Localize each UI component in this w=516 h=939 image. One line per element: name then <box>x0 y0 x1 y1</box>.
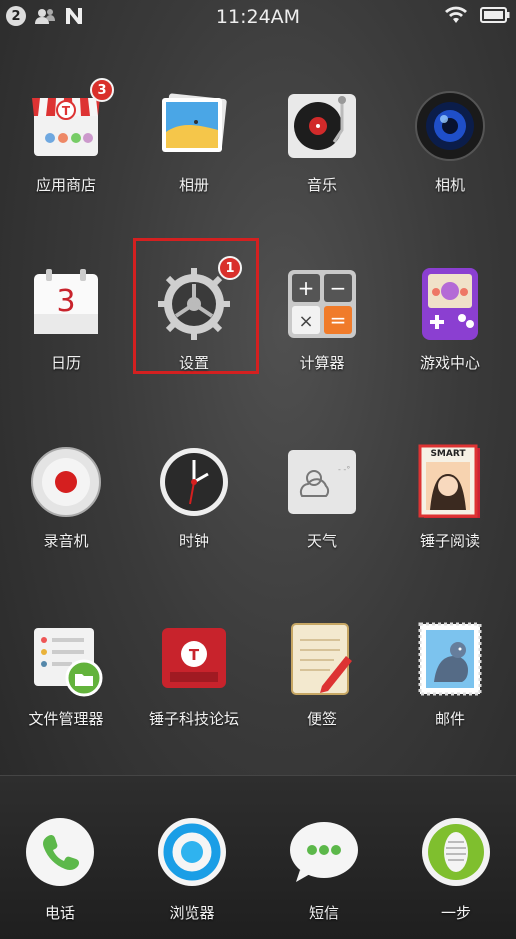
settings-icon: 1 <box>156 256 242 342</box>
app-label: 游戏中心 <box>419 354 480 372</box>
app-gallery[interactable]: 相册 <box>134 88 254 195</box>
app-label: 相册 <box>178 176 209 194</box>
file-manager-icon <box>28 622 104 698</box>
app-recorder[interactable]: 录音机 <box>6 444 126 551</box>
dock-sms[interactable]: 短信 <box>264 816 384 923</box>
app-label: 锤子科技论坛 <box>148 710 239 728</box>
recorder-icon <box>28 444 104 520</box>
app-file-manager[interactable]: 文件管理器 <box>6 622 126 729</box>
app-weather[interactable]: - -° 天气 <box>262 444 382 551</box>
mail-icon <box>412 622 488 698</box>
sms-icon <box>286 816 362 892</box>
clock-icon <box>156 444 232 520</box>
notes-icon <box>284 622 360 698</box>
app-notes[interactable]: 便签 <box>262 622 382 729</box>
app-label: 音乐 <box>306 176 337 194</box>
app-label: 文件管理器 <box>28 710 104 728</box>
app-smart-reader[interactable]: SMART 锤子阅读 <box>390 444 510 551</box>
app-label: 电话 <box>44 904 75 922</box>
app-label: 便签 <box>306 710 337 728</box>
app-calendar[interactable]: 3 日历 <box>6 266 126 373</box>
svg-text:T: T <box>62 104 71 118</box>
app-label: 天气 <box>306 532 337 550</box>
app-label: 应用商店 <box>35 176 96 194</box>
badge-count: 3 <box>90 78 114 102</box>
gallery-icon <box>156 88 232 164</box>
dock-one-step[interactable]: 一步 <box>396 816 516 923</box>
calculator-icon: + − × = <box>284 266 360 342</box>
svg-text:+: + <box>298 276 315 300</box>
app-label: 一步 <box>440 904 471 922</box>
weather-icon: - -° <box>284 444 360 520</box>
app-game-center[interactable]: 游戏中心 <box>390 266 510 373</box>
app-clock[interactable]: 时钟 <box>134 444 254 551</box>
svg-text:- -°: - -° <box>338 465 350 474</box>
phone-icon <box>22 816 98 892</box>
app-label: 时钟 <box>178 532 209 550</box>
music-icon <box>284 88 360 164</box>
svg-text:T: T <box>189 646 200 664</box>
app-label: 相机 <box>434 176 465 194</box>
badge-count: 1 <box>218 256 242 280</box>
app-label: 设置 <box>178 354 209 372</box>
svg-text:×: × <box>298 311 313 332</box>
camera-icon <box>412 88 488 164</box>
smart-reader-icon: SMART <box>412 444 488 520</box>
app-store-icon: T 3 <box>28 78 114 164</box>
app-label: 计算器 <box>299 354 345 372</box>
status-time: 11:24AM <box>215 6 301 28</box>
app-forum[interactable]: T 锤子科技论坛 <box>134 622 254 729</box>
app-label: 日历 <box>50 354 81 372</box>
app-mail[interactable]: 邮件 <box>390 622 510 729</box>
game-center-icon <box>412 266 488 342</box>
app-settings[interactable]: 1 设置 <box>134 256 254 373</box>
svg-text:=: = <box>330 308 347 332</box>
dock-browser[interactable]: 浏览器 <box>132 816 252 923</box>
one-step-icon <box>418 816 494 892</box>
app-label: 短信 <box>308 904 339 922</box>
calendar-day: 3 <box>56 284 76 319</box>
app-label: 浏览器 <box>169 904 215 922</box>
app-label: 邮件 <box>434 710 465 728</box>
wifi-icon <box>445 6 467 23</box>
dock-phone[interactable]: 电话 <box>0 816 120 923</box>
app-app-store[interactable]: T 3 应用商店 <box>6 78 126 195</box>
app-label: 录音机 <box>43 532 89 550</box>
browser-icon <box>154 816 230 892</box>
app-calculator[interactable]: + − × = 计算器 <box>262 266 382 373</box>
app-music[interactable]: 音乐 <box>262 88 382 195</box>
app-camera[interactable]: 相机 <box>390 88 510 195</box>
smart-reader-text: SMART <box>430 449 466 459</box>
forum-icon: T <box>156 622 232 698</box>
svg-text:−: − <box>330 276 347 300</box>
calendar-icon: 3 <box>28 266 104 342</box>
status-bar: 2 11:24AM <box>0 0 516 34</box>
app-label: 锤子阅读 <box>419 532 480 550</box>
battery-icon <box>480 7 510 23</box>
